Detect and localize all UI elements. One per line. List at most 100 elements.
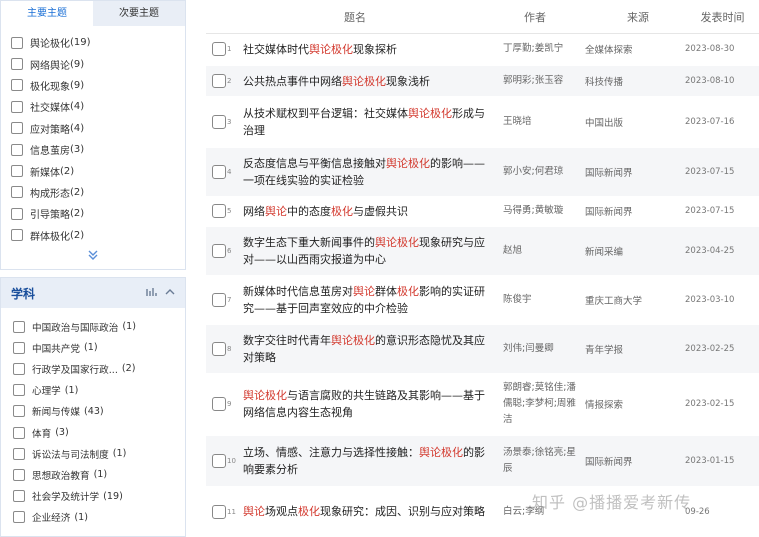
tab-secondary-topic[interactable]: 次要主题 — [93, 1, 185, 26]
checkbox[interactable] — [13, 511, 25, 524]
row-checkbox[interactable] — [212, 244, 226, 258]
checkbox[interactable] — [11, 36, 23, 49]
topic-filter-item[interactable]: 群体极化 (2) — [1, 225, 185, 246]
source-link[interactable]: 全媒体探索 — [585, 42, 685, 56]
topic-filter-item[interactable]: 网络舆论 (9) — [1, 53, 185, 74]
article-title-link[interactable]: 反态度信息与平衡信息接触对舆论极化的影响——一项在线实验的实证检验 — [243, 155, 493, 189]
checkbox[interactable] — [11, 58, 23, 71]
author-link[interactable]: 陈俊宇 — [493, 292, 585, 308]
topic-filter-item[interactable]: 应对策略 (4) — [1, 118, 185, 139]
checkbox[interactable] — [13, 384, 25, 397]
row-checkbox[interactable] — [212, 165, 226, 179]
article-title-link[interactable]: 网络舆论中的态度极化与虚假共识 — [243, 203, 493, 220]
row-checkbox[interactable] — [212, 115, 226, 129]
row-checkbox[interactable] — [212, 204, 226, 218]
source-link[interactable]: 情报探索 — [585, 397, 685, 411]
source-link[interactable]: 科技传播 — [585, 74, 685, 88]
subject-filter-item[interactable]: 社会学及统计学 (19) — [1, 486, 185, 507]
checkbox[interactable] — [11, 207, 23, 220]
source-link[interactable]: 重庆工商大学 — [585, 293, 685, 307]
author-link[interactable]: 丁厚勤;姜凯宁 — [493, 41, 585, 57]
author-link[interactable]: 郭朗睿;莫铭佳;潘儒聪;李梦柯;周雅洁 — [493, 380, 585, 428]
topic-filter-item[interactable]: 新媒体 (2) — [1, 160, 185, 181]
row-checkbox[interactable] — [212, 504, 226, 519]
checkbox[interactable] — [13, 490, 25, 503]
header-title[interactable]: 题名 — [206, 9, 504, 25]
checkbox[interactable] — [13, 468, 25, 481]
checkbox[interactable] — [11, 143, 23, 156]
checkbox[interactable] — [13, 447, 25, 460]
author-link[interactable]: 马得勇;黄敏璇 — [493, 203, 585, 219]
source-link[interactable]: 中国出版 — [585, 115, 685, 129]
table-row[interactable]: 4 反态度信息与平衡信息接触对舆论极化的影响——一项在线实验的实证检验 郭小安;何君… — [206, 148, 759, 196]
source-link[interactable]: 国际新闻界 — [585, 165, 685, 179]
checkbox[interactable] — [11, 229, 23, 242]
subject-filter-item[interactable]: 心理学 (1) — [1, 380, 185, 401]
checkbox[interactable] — [13, 362, 25, 375]
header-date[interactable]: 发表时间 — [686, 9, 759, 25]
subject-filter-item[interactable]: 行政学及国家行政... (2) — [1, 358, 185, 379]
topic-filter-item[interactable]: 信息茧房 (3) — [1, 139, 185, 160]
topic-filter-item[interactable]: 引导策略 (2) — [1, 203, 185, 224]
table-row[interactable]: 9 舆论极化与语言腐败的共生链路及其影响——基于网络信息内容生态视角 郭朗睿;莫铭佳… — [206, 373, 759, 435]
source-link[interactable]: 青年学报 — [585, 342, 685, 356]
topic-filter-item[interactable]: 极化现象 (9) — [1, 75, 185, 96]
article-title-link[interactable]: 从技术赋权到平台逻辑：社交媒体舆论极化形成与治理 — [243, 105, 493, 139]
checkbox[interactable] — [11, 165, 23, 178]
tab-primary-topic[interactable]: 主要主题 — [1, 1, 93, 26]
row-checkbox[interactable] — [212, 42, 226, 56]
checkbox[interactable] — [11, 186, 23, 199]
bar-chart-icon[interactable] — [146, 287, 157, 300]
subject-filter-item[interactable]: 思想政治教育 (1) — [1, 464, 185, 485]
article-title-link[interactable]: 社交媒体时代舆论极化现象探析 — [243, 41, 493, 58]
table-row[interactable]: 3 从技术赋权到平台逻辑：社交媒体舆论极化形成与治理 王晓培 中国出版 2023-07-… — [206, 97, 759, 147]
table-row[interactable]: 5 网络舆论中的态度极化与虚假共识 马得勇;黄敏璇 国际新闻界 2023-07-15 — [206, 196, 759, 226]
table-row[interactable]: 2 公共热点事件中网络舆论极化现象浅析 郭明彩;张玉容 科技传播 2023-08-10 — [206, 66, 759, 96]
topic-filter-item[interactable]: 社交媒体 (4) — [1, 96, 185, 117]
table-row[interactable]: 1 社交媒体时代舆论极化现象探析 丁厚勤;姜凯宁 全媒体探索 2023-08-30 — [206, 34, 759, 64]
author-link[interactable]: 刘伟;闫曼卿 — [493, 341, 585, 357]
article-title-link[interactable]: 公共热点事件中网络舆论极化现象浅析 — [243, 73, 493, 90]
checkbox[interactable] — [11, 122, 23, 135]
table-row[interactable]: 10 立场、情感、注意力与选择性接触：舆论极化的影响要素分析 汤景泰;徐铭亮;星辰国… — [206, 436, 759, 486]
article-title-link[interactable]: 立场、情感、注意力与选择性接触：舆论极化的影响要素分析 — [243, 444, 493, 478]
table-row[interactable]: 8 数字交往时代青年舆论极化的意识形态隐忧及其应对策略 刘伟;闫曼卿 青年学报 2023… — [206, 325, 759, 373]
subject-filter-item[interactable]: 企业经济 (1) — [1, 507, 185, 528]
row-checkbox[interactable] — [212, 454, 226, 468]
subject-filter-item[interactable]: 体育 (3) — [1, 422, 185, 443]
subject-filter-item[interactable]: 新闻与传媒 (43) — [1, 401, 185, 422]
article-title-link[interactable]: 数字生态下重大新闻事件的舆论极化现象研究与应对——以山西雨灾报道为中心 — [243, 234, 493, 268]
checkbox[interactable] — [13, 320, 25, 333]
subject-filter-item[interactable]: 中国政治与国际政治 (1) — [1, 316, 185, 337]
chevron-up-icon[interactable] — [165, 287, 175, 300]
article-title-link[interactable]: 舆论场观点极化现象研究：成因、识别与应对策略 — [243, 503, 493, 520]
article-title-link[interactable]: 舆论极化与语言腐败的共生链路及其影响——基于网络信息内容生态视角 — [243, 387, 493, 421]
author-link[interactable]: 郭明彩;张玉容 — [493, 73, 585, 89]
header-source[interactable]: 来源 — [590, 9, 686, 25]
source-link[interactable]: 新闻采编 — [585, 244, 685, 258]
source-link[interactable]: 国际新闻界 — [585, 454, 685, 468]
author-link[interactable]: 王晓培 — [493, 114, 585, 130]
author-link[interactable]: 郭小安;何君琼 — [493, 164, 585, 180]
checkbox[interactable] — [13, 426, 25, 439]
author-link[interactable]: 赵旭 — [493, 243, 585, 259]
header-author[interactable]: 作者 — [504, 9, 590, 25]
author-link[interactable]: 汤景泰;徐铭亮;星辰 — [493, 445, 585, 477]
article-title-link[interactable]: 数字交往时代青年舆论极化的意识形态隐忧及其应对策略 — [243, 332, 493, 366]
article-title-link[interactable]: 新媒体时代信息茧房对舆论群体极化影响的实证研究——基于回声室效应的中介检验 — [243, 283, 493, 317]
table-row[interactable]: 7 新媒体时代信息茧房对舆论群体极化影响的实证研究——基于回声室效应的中介检验 陈俊… — [206, 275, 759, 325]
subject-filter-item[interactable]: 中国共产党 (1) — [1, 337, 185, 358]
source-link[interactable]: 国际新闻界 — [585, 204, 685, 218]
subject-filter-item[interactable]: 诉讼法与司法制度 (1) — [1, 443, 185, 464]
checkbox[interactable] — [11, 100, 23, 113]
topic-filter-item[interactable]: 构成形态 (2) — [1, 182, 185, 203]
checkbox[interactable] — [13, 341, 25, 354]
row-checkbox[interactable] — [212, 74, 226, 88]
checkbox[interactable] — [11, 79, 23, 92]
checkbox[interactable] — [13, 405, 25, 418]
row-checkbox[interactable] — [212, 293, 226, 307]
topic-filter-item[interactable]: 舆论极化 (19) — [1, 32, 185, 53]
double-chevron-down-icon[interactable] — [1, 250, 185, 263]
table-row[interactable]: 6 数字生态下重大新闻事件的舆论极化现象研究与应对——以山西雨灾报道为中心 赵旭 新闻… — [206, 227, 759, 275]
row-checkbox[interactable] — [212, 342, 226, 356]
